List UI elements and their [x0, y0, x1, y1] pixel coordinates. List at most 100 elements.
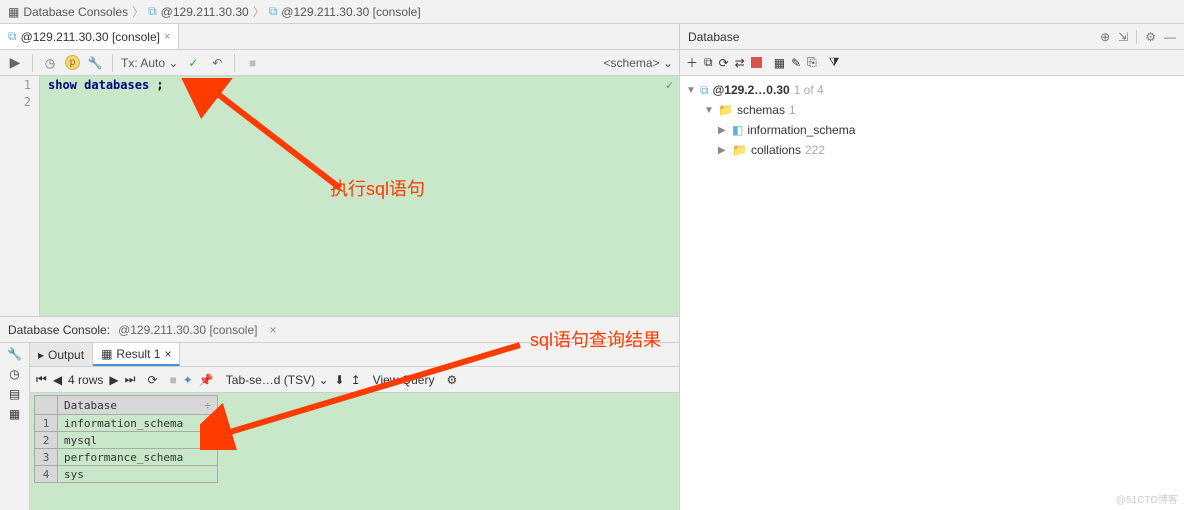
editor-tab[interactable]: ⧉ @129.211.30.30 [console] × — [0, 24, 179, 49]
separator — [112, 54, 113, 72]
tree-count: 222 — [805, 143, 825, 157]
commit-icon[interactable]: ✓ — [184, 54, 202, 72]
expand-icon[interactable]: ▼ — [704, 105, 714, 116]
target-icon[interactable]: ⊕ — [1100, 30, 1110, 44]
sql-keyword: databases — [84, 78, 149, 92]
wrench-icon[interactable]: 🔧 — [86, 54, 104, 72]
tree-count: 1 of 4 — [794, 83, 824, 97]
separator — [1136, 30, 1137, 44]
grid-cell[interactable]: information_schema — [58, 415, 218, 432]
chevron-down-icon: ⌄ — [663, 56, 673, 70]
close-icon[interactable]: × — [164, 31, 170, 43]
layout-icon[interactable]: ▤ — [9, 387, 20, 401]
prev-page-icon[interactable]: ⏮ — [36, 372, 47, 387]
breadcrumb-item-console[interactable]: ⧉ @129.211.30.30 [console] — [269, 4, 421, 19]
tab-label: @129.211.30.30 [console] — [21, 30, 160, 44]
stop-icon[interactable] — [751, 57, 762, 68]
prev-icon[interactable]: ◀ — [53, 373, 62, 387]
tree-label: @129.2…0.30 — [713, 83, 790, 97]
console-icon: ⧉ — [148, 4, 157, 19]
console-subtitle: @129.211.30.30 [console] — [118, 323, 257, 337]
line-number: 2 — [0, 95, 39, 112]
expand-icon[interactable]: ▶ — [718, 145, 728, 156]
console-icon: ⧉ — [269, 4, 278, 19]
output-icon: ▸ — [38, 348, 44, 362]
parameter-badge-icon[interactable]: p — [65, 55, 80, 70]
next-icon[interactable]: ▶ — [109, 373, 118, 387]
breadcrumb-item-host[interactable]: ⧉ @129.211.30.30 — [148, 4, 249, 19]
chevron-down-icon: ⌄ — [168, 56, 178, 70]
grid-cell[interactable]: mysql — [58, 432, 218, 449]
datasource-icon: ⧉ — [700, 83, 709, 98]
history-icon[interactable]: ◷ — [9, 367, 19, 381]
settings-icon[interactable]: ✦ — [183, 373, 193, 387]
database-tree[interactable]: ▼ ⧉ @129.2…0.30 1 of 4 ▼ 📁 schemas 1 ▶ ◧… — [680, 76, 1184, 510]
refresh-icon[interactable]: ⟳ — [147, 373, 157, 387]
close-icon[interactable]: × — [164, 347, 171, 361]
edit-icon[interactable]: ✎ — [791, 56, 801, 70]
run-button[interactable]: ▶ — [6, 54, 24, 72]
column-header[interactable]: Database ÷ — [58, 395, 218, 415]
row-number: 3 — [34, 449, 58, 466]
grid-corner — [34, 395, 58, 415]
console-icon: ⧉ — [8, 29, 17, 44]
tree-schemas[interactable]: ▼ 📁 schemas 1 — [686, 100, 1178, 120]
tree-count: 1 — [789, 103, 796, 117]
wrench-icon[interactable]: 🔧 — [7, 347, 22, 361]
ddl-icon[interactable]: ⎘ — [807, 55, 817, 70]
tab-label: Result 1 — [116, 347, 160, 361]
breadcrumb-sep: 〉 — [253, 3, 265, 20]
layout-icon[interactable]: ▦ — [9, 407, 20, 421]
sql-keyword: show — [48, 78, 77, 92]
expand-icon[interactable]: ▶ — [718, 125, 728, 136]
refresh-icon[interactable]: ⟳ — [719, 56, 729, 70]
annotation-exec-sql: 执行sql语句 — [330, 175, 425, 201]
stop-icon: ■ — [243, 54, 261, 72]
editor-tab-row: ⧉ @129.211.30.30 [console] × — [0, 24, 679, 50]
console-title: Database Console: — [8, 323, 110, 337]
breadcrumb-sep: 〉 — [132, 3, 144, 20]
next-page-icon[interactable]: ⏭ — [125, 372, 136, 387]
annotation-arrow — [200, 340, 540, 450]
hide-icon[interactable]: — — [1164, 30, 1176, 44]
folder-icon: 📁 — [718, 103, 733, 117]
tree-item-collations[interactable]: ▶ 📁 collations 222 — [686, 140, 1178, 160]
expand-icon[interactable]: ▼ — [686, 85, 696, 96]
history-button[interactable]: ◷ — [41, 54, 59, 72]
sync-icon[interactable]: ⇄ — [735, 56, 745, 70]
separator — [32, 54, 33, 72]
sql-punct: ; — [156, 78, 163, 92]
tx-mode-dropdown[interactable]: Tx: Auto ⌄ — [121, 56, 178, 70]
breadcrumb-label: @129.211.30.30 — [161, 5, 249, 19]
console-side-toolbar: 🔧 ◷ ▤ ▦ — [0, 343, 30, 510]
database-panel-header: Database ⊕ ⇲ ⚙ — — [680, 24, 1184, 50]
rollback-icon[interactable]: ↶ — [208, 54, 226, 72]
watermark: @51CTO博客 — [1116, 491, 1178, 506]
grid-cell[interactable]: performance_schema — [58, 449, 218, 466]
grid-cell[interactable]: sys — [58, 466, 218, 483]
tree-label: collations — [751, 143, 801, 157]
schema-icon: ◧ — [732, 123, 743, 137]
annotation-arrow — [180, 78, 350, 208]
editor-toolbar: ▶ ◷ p 🔧 Tx: Auto ⌄ ✓ ↶ ■ <schema> ⌄ — [0, 50, 679, 76]
tree-label: information_schema — [747, 123, 855, 137]
tree-datasource[interactable]: ▼ ⧉ @129.2…0.30 1 of 4 — [686, 80, 1178, 100]
output-tab[interactable]: ▸ Output — [30, 343, 93, 366]
editor-gutter: 1 2 — [0, 76, 40, 316]
schema-dropdown[interactable]: <schema> ⌄ — [604, 56, 673, 70]
breadcrumb-item-consoles[interactable]: ▦ Database Consoles — [8, 5, 128, 19]
breadcrumb: ▦ Database Consoles 〉 ⧉ @129.211.30.30 〉… — [0, 0, 1184, 24]
tab-label: Output — [48, 348, 84, 362]
table-icon[interactable]: ▦ — [774, 56, 785, 70]
filter-icon[interactable]: ⧩ — [829, 55, 840, 70]
result-tab[interactable]: ▦ Result 1 × — [93, 343, 180, 366]
duplicate-icon[interactable]: ⧉ — [704, 55, 713, 70]
tree-item-information-schema[interactable]: ▶ ◧ information_schema — [686, 120, 1178, 140]
close-icon[interactable]: × — [269, 323, 276, 337]
stop-icon: ■ — [170, 373, 177, 387]
gear-icon[interactable]: ⚙ — [1145, 30, 1156, 44]
row-number: 4 — [34, 466, 58, 483]
row-number: 2 — [34, 432, 58, 449]
collapse-icon[interactable]: ⇲ — [1118, 30, 1128, 44]
add-icon[interactable]: ＋ — [686, 54, 698, 71]
